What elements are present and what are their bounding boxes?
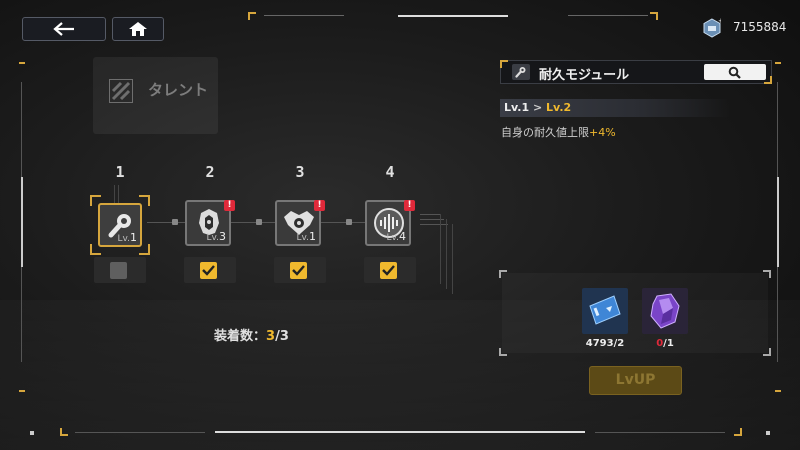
material-item-2[interactable] bbox=[642, 288, 688, 334]
equip-toggle-4[interactable] bbox=[364, 257, 416, 283]
slot-connector bbox=[230, 222, 275, 223]
magnifier-icon bbox=[728, 66, 741, 79]
slot-connector bbox=[320, 222, 365, 223]
slot-connector bbox=[147, 222, 185, 223]
level-change-bar: Lv.1 > Lv.2 bbox=[500, 99, 730, 117]
talent-label: タレント bbox=[148, 81, 209, 99]
level-from: Lv.1 bbox=[504, 101, 530, 114]
wrench-icon bbox=[515, 67, 526, 78]
slot-number-1: 1 bbox=[115, 163, 125, 181]
equip-count-max: 3 bbox=[279, 329, 289, 344]
material-count-2: 0/1 bbox=[656, 338, 674, 349]
svg-text:+: + bbox=[718, 18, 721, 25]
module-slot-1[interactable]: Lv.1 bbox=[98, 203, 142, 247]
module-title: 耐久モジュール bbox=[539, 68, 630, 83]
module-title-icon-frame bbox=[512, 64, 530, 80]
connector-dot bbox=[346, 219, 352, 225]
equip-toggle-1[interactable] bbox=[94, 257, 146, 283]
level-to: Lv.2 bbox=[546, 101, 572, 114]
module-title-bar: 耐久モジュール bbox=[500, 60, 772, 84]
slot-4-level: Lv.4 bbox=[386, 230, 406, 243]
materials-panel: 4793/2 0/1 bbox=[499, 270, 771, 356]
top-frame-line bbox=[248, 12, 658, 20]
pipe-decoration bbox=[420, 210, 460, 294]
check-icon bbox=[200, 262, 217, 279]
slot-3-level: Lv.1 bbox=[296, 230, 316, 243]
equip-count-label: 装着数： bbox=[214, 329, 267, 344]
check-icon bbox=[380, 262, 397, 279]
material-item-1[interactable] bbox=[582, 288, 628, 334]
currency-amount: 7155884 bbox=[733, 20, 787, 34]
effect-description: 自身の耐久値上限+4% bbox=[501, 124, 616, 140]
unchecked-box bbox=[110, 262, 127, 279]
stripes-icon bbox=[109, 79, 133, 103]
lvup-button[interactable]: LvUP bbox=[589, 366, 682, 395]
equip-toggle-3[interactable] bbox=[274, 257, 326, 283]
cube-currency-icon: + bbox=[703, 18, 721, 38]
home-icon bbox=[129, 22, 147, 36]
slot-2-level: Lv.3 bbox=[206, 230, 226, 243]
slot-number-3: 3 bbox=[295, 163, 305, 181]
equip-count-current: 3 bbox=[266, 329, 276, 344]
slot-2-alert-badge: ! bbox=[224, 200, 235, 211]
slot-3-alert-badge: ! bbox=[314, 200, 325, 211]
slot-number-4: 4 bbox=[385, 163, 395, 181]
left-frame-line bbox=[19, 62, 25, 392]
slot-number-2: 2 bbox=[205, 163, 215, 181]
search-button[interactable] bbox=[704, 64, 766, 80]
material-count-1: 4793/2 bbox=[585, 338, 625, 349]
home-button[interactable] bbox=[112, 17, 164, 41]
right-frame-line bbox=[775, 62, 781, 392]
currency-display[interactable]: + 7155884 bbox=[703, 14, 793, 40]
back-arrow-icon bbox=[53, 22, 74, 36]
effect-text: 自身の耐久値上限 bbox=[501, 126, 589, 139]
slot-1-level: Lv.1 bbox=[117, 231, 137, 244]
talent-button[interactable]: タレント bbox=[93, 57, 218, 134]
bottom-frame-line bbox=[30, 428, 770, 436]
effect-value: +4% bbox=[589, 126, 616, 139]
level-arrow: > bbox=[532, 101, 543, 114]
purple-crystal-icon bbox=[650, 293, 680, 329]
equip-count: 装着数：3/3 bbox=[214, 329, 289, 344]
check-icon bbox=[290, 262, 307, 279]
blue-ticket-icon bbox=[589, 295, 621, 325]
back-button[interactable] bbox=[22, 17, 106, 41]
connector-dot bbox=[256, 219, 262, 225]
connector-dot bbox=[172, 219, 178, 225]
slot-4-alert-badge: ! bbox=[404, 200, 415, 211]
equip-toggle-2[interactable] bbox=[184, 257, 236, 283]
